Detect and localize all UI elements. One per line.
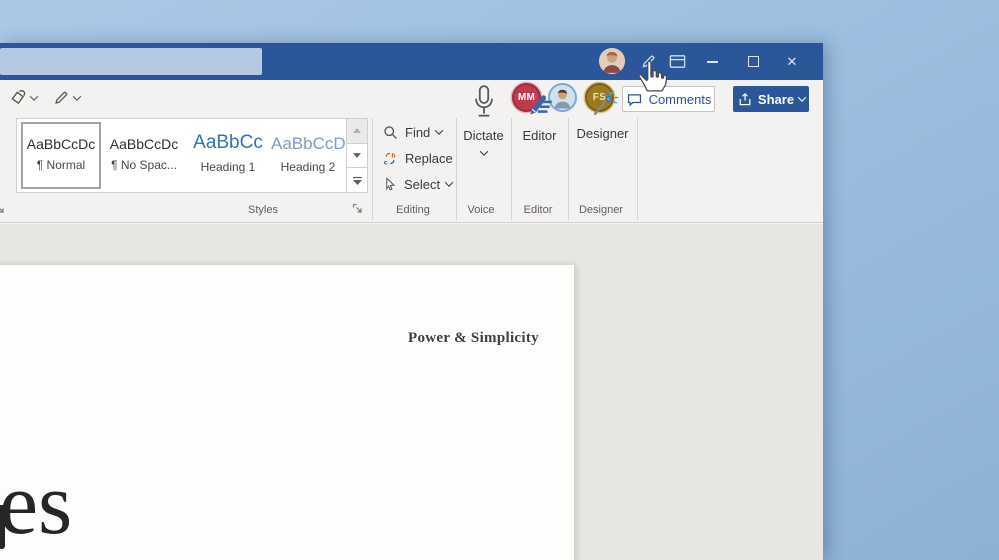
- chevron-down-icon: [435, 126, 443, 134]
- share-button[interactable]: Share: [733, 86, 809, 112]
- word-window: ✕ MM: [0, 43, 823, 560]
- svg-text:c: c: [384, 159, 388, 166]
- document-area: Power & Simplicity es: [0, 224, 823, 560]
- microphone-icon: [471, 84, 497, 122]
- pen-dropdown-button[interactable]: [52, 86, 80, 110]
- gallery-more-button[interactable]: [347, 168, 367, 192]
- style-label: ¶ No Spac...: [105, 158, 183, 172]
- minimize-button[interactable]: [699, 49, 725, 74]
- chevron-down-icon: [73, 92, 81, 100]
- find-label: Find: [405, 125, 430, 140]
- style-preview: AaBbCcDc: [23, 136, 99, 152]
- document-header-text: Power & Simplicity: [408, 330, 539, 347]
- search-icon: [382, 124, 399, 141]
- gallery-scroll-up-button[interactable]: [347, 119, 367, 144]
- editor-pen-icon: [525, 91, 555, 121]
- gallery-scroll-down-button[interactable]: [347, 144, 367, 169]
- magic-wand-icon: [588, 89, 618, 119]
- titlebar-search-box[interactable]: [0, 48, 262, 75]
- style-item-heading2[interactable]: AaBbCcD Heading 2: [271, 122, 345, 189]
- document-title-fragment: es: [0, 461, 72, 549]
- replace-button[interactable]: b c Replace: [382, 146, 453, 170]
- editor-button[interactable]: Editor: [511, 80, 568, 190]
- dictate-label: Dictate: [463, 128, 503, 143]
- styles-gallery: AaBbCcDc ¶ Normal AaBbCcDc ¶ No Spac... …: [16, 118, 368, 193]
- group-label-styles: Styles: [180, 204, 346, 216]
- comments-label: Comments: [649, 92, 712, 107]
- close-icon: ✕: [787, 54, 798, 70]
- gallery-expand-icon: [353, 176, 362, 185]
- editor-label: Editor: [523, 128, 557, 143]
- group-label-designer: Designer: [561, 204, 641, 216]
- replace-icon: b c: [382, 150, 399, 167]
- title-bar: ✕: [0, 43, 823, 80]
- cursor-arrow-icon: [382, 176, 398, 192]
- gallery-scrollbar: [346, 119, 367, 192]
- style-preview: AaBbCc: [187, 132, 269, 154]
- chevron-down-icon: [30, 92, 38, 100]
- minimize-icon: [707, 61, 718, 63]
- triangle-down-icon: [353, 153, 361, 158]
- maximize-icon: [748, 56, 759, 67]
- find-button[interactable]: Find: [382, 120, 442, 144]
- style-label: Heading 1: [187, 160, 269, 174]
- style-label: ¶ Normal: [23, 158, 99, 172]
- select-label: Select: [404, 177, 440, 192]
- person-photo-icon: [599, 48, 625, 74]
- ribbon: MM FS Comments: [0, 80, 823, 223]
- desktop: ✕ MM: [0, 0, 999, 560]
- brush-dropdown-button[interactable]: [8, 86, 37, 110]
- maximize-button[interactable]: [740, 49, 766, 74]
- chevron-down-icon: [798, 93, 806, 101]
- style-item-normal[interactable]: AaBbCcDc ¶ Normal: [21, 122, 101, 189]
- ribbon-display-options-icon[interactable]: [666, 51, 688, 72]
- triangle-up-icon: [353, 128, 361, 133]
- account-avatar[interactable]: [599, 48, 625, 74]
- replace-label: Replace: [405, 151, 453, 166]
- brush-icon: [8, 89, 27, 108]
- select-button[interactable]: Select: [382, 172, 452, 196]
- editing-pen-icon[interactable]: [637, 51, 659, 72]
- document-page[interactable]: Power & Simplicity es: [0, 265, 574, 560]
- svg-text:b: b: [391, 152, 395, 159]
- style-item-heading1[interactable]: AaBbCc Heading 1: [187, 122, 269, 189]
- share-icon: [737, 91, 753, 107]
- chevron-down-icon: [445, 178, 453, 186]
- designer-label: Designer: [576, 126, 628, 141]
- clipped-letter-fragment: [0, 505, 5, 549]
- dialog-launcher-icon[interactable]: [0, 203, 6, 215]
- chevron-down-icon: [479, 147, 487, 155]
- dictate-button[interactable]: Dictate: [456, 80, 511, 190]
- style-preview: AaBbCcD: [271, 134, 345, 154]
- style-label: Heading 2: [271, 160, 345, 174]
- share-label: Share: [758, 92, 794, 107]
- style-preview: AaBbCcDc: [105, 136, 183, 152]
- pencil-icon: [52, 89, 70, 107]
- styles-dialog-launcher-icon[interactable]: [352, 203, 364, 215]
- style-item-no-spacing[interactable]: AaBbCcDc ¶ No Spac...: [105, 122, 183, 189]
- close-button[interactable]: ✕: [779, 49, 805, 74]
- designer-button[interactable]: Designer: [568, 80, 637, 190]
